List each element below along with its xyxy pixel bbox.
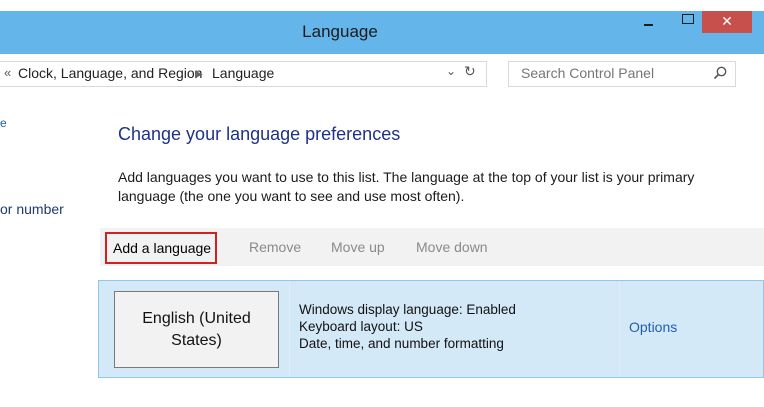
minimize-button[interactable] <box>635 11 661 33</box>
language-name-button[interactable]: English (United States) <box>114 291 279 368</box>
address-row: « Clock, Language, and Region ▶ Language… <box>0 54 764 94</box>
divider <box>619 281 620 377</box>
divider <box>289 281 290 377</box>
search-input[interactable]: Search Control Panel <box>508 61 736 87</box>
keyboard-layout: Keyboard layout: US <box>299 319 423 334</box>
breadcrumb[interactable]: « Clock, Language, and Region ▶ Language… <box>0 61 487 87</box>
breadcrumb-item-clock-language-region[interactable]: Clock, Language, and Region <box>18 65 202 81</box>
breadcrumb-overflow-icon[interactable]: « <box>4 65 11 80</box>
language-details: Windows display language: Enabled Keyboa… <box>299 301 516 352</box>
top-edge <box>0 0 764 11</box>
chevron-down-icon[interactable]: ⌄ <box>446 64 456 78</box>
move-down-button[interactable]: Move down <box>416 239 488 255</box>
add-language-button[interactable]: Add a language <box>105 232 218 264</box>
page-description: Add languages you want to use to this li… <box>118 169 695 204</box>
options-link[interactable]: Options <box>629 319 677 335</box>
close-button[interactable]: ✕ <box>702 11 752 33</box>
sidebar-link-fragment[interactable]: e <box>0 116 7 130</box>
search-icon[interactable] <box>712 65 728 81</box>
display-language-status: Windows display language: Enabled <box>299 302 516 317</box>
language-list-item[interactable]: English (United States) Windows display … <box>98 280 764 378</box>
maximize-button[interactable] <box>675 11 701 33</box>
language-toolbar: Add a language Remove Move up Move down <box>100 228 764 266</box>
formatting-info: Date, time, and number formatting <box>299 336 504 351</box>
sidebar-link-fragment-number[interactable]: or number <box>0 201 64 217</box>
remove-button[interactable]: Remove <box>249 239 301 255</box>
breadcrumb-separator-icon[interactable]: ▶ <box>195 65 203 84</box>
page-title: Change your language preferences <box>118 124 401 144</box>
title-bar: Language ✕ <box>0 11 764 54</box>
search-placeholder: Search Control Panel <box>521 65 655 81</box>
move-up-button[interactable]: Move up <box>331 239 385 255</box>
refresh-icon[interactable]: ↻ <box>464 63 476 80</box>
breadcrumb-item-language[interactable]: Language <box>212 65 274 81</box>
window-title: Language <box>302 22 378 41</box>
